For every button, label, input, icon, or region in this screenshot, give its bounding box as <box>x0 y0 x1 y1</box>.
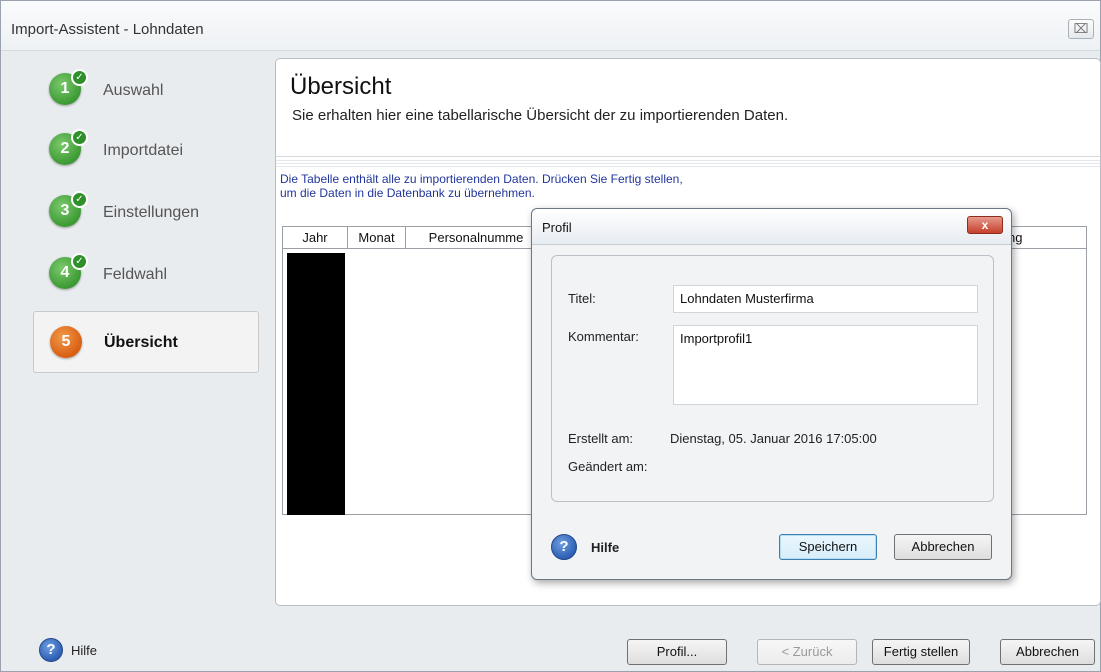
info-line-2: um die Daten in die Datenbank zu überneh… <box>280 186 535 200</box>
header-divider <box>276 158 1100 167</box>
help-label: Hilfe <box>71 643 98 658</box>
dialog-close-icon[interactable]: x <box>967 216 1003 234</box>
info-line-1: Die Tabelle enthält alle zu importierend… <box>280 172 683 186</box>
comment-label: Kommentar: <box>568 329 639 344</box>
checkmark-icon: ✓ <box>71 253 88 270</box>
step-einstellungen[interactable]: 3 ✓ Einstellungen <box>33 185 259 243</box>
step-label: Importdatei <box>103 142 184 159</box>
cancel-button[interactable]: Abbrechen <box>1000 639 1095 665</box>
dialog-title-bar: Profil x <box>532 209 1011 245</box>
finish-button[interactable]: Fertig stellen <box>872 639 970 665</box>
created-value: Dienstag, 05. Januar 2016 17:05:00 <box>670 431 877 446</box>
title-label: Titel: <box>568 291 596 306</box>
checkmark-icon: ✓ <box>71 69 88 86</box>
checkmark-icon: ✓ <box>71 191 88 208</box>
back-button[interactable]: < Zurück <box>757 639 857 665</box>
title-bar: Import-Assistent - Lohndaten ⌧ <box>1 1 1100 51</box>
step-label: Übersicht <box>104 334 178 351</box>
step-importdatei[interactable]: 2 ✓ Importdatei <box>33 123 259 181</box>
column-header-monat[interactable]: Monat <box>348 227 406 249</box>
redacted-column <box>287 253 345 515</box>
dialog-cancel-button[interactable]: Abbrechen <box>894 534 992 560</box>
comment-field[interactable]: Importprofil1 <box>673 325 978 405</box>
dialog-title: Profil <box>542 220 572 235</box>
profile-dialog: Profil x Titel: Lohndaten Musterfirma Ko… <box>531 208 1012 580</box>
step-label: Auswahl <box>103 82 164 99</box>
profile-button[interactable]: Profil... <box>627 639 727 665</box>
column-header-partial[interactable]: ng <box>1008 227 1068 249</box>
page-title: Übersicht <box>290 73 392 100</box>
created-label: Erstellt am: <box>568 431 634 446</box>
checkmark-icon: ✓ <box>71 129 88 146</box>
step-feldwahl[interactable]: 4 ✓ Feldwahl <box>33 247 259 305</box>
step-uebersicht[interactable]: 5 Übersicht <box>33 311 259 373</box>
step-label: Einstellungen <box>103 204 200 221</box>
column-header-personalnummer[interactable]: Personalnumme <box>406 227 546 249</box>
page-subtitle: Sie erhalten hier eine tabellarische Übe… <box>292 107 789 124</box>
dialog-help-icon[interactable]: ? <box>551 534 577 560</box>
info-text: Die Tabelle enthält alle zu importierend… <box>280 172 683 200</box>
step-label: Feldwahl <box>103 266 168 283</box>
column-header-jahr[interactable]: Jahr <box>283 227 348 249</box>
title-field[interactable]: Lohndaten Musterfirma <box>673 285 978 313</box>
dialog-help-label[interactable]: Hilfe <box>591 540 619 555</box>
changed-label: Geändert am: <box>568 459 648 474</box>
help-icon: ? <box>39 638 63 662</box>
panel-header: Übersicht Sie erhalten hier eine tabella… <box>276 59 1100 157</box>
import-wizard-window: Import-Assistent - Lohndaten ⌧ 1 ✓ Auswa… <box>0 0 1101 672</box>
save-button[interactable]: Speichern <box>779 534 877 560</box>
window-title: Import-Assistent - Lohndaten <box>11 21 204 38</box>
step-auswahl[interactable]: 1 ✓ Auswahl <box>33 63 259 121</box>
close-icon[interactable]: ⌧ <box>1068 19 1094 39</box>
step-number: 5 <box>50 326 82 358</box>
